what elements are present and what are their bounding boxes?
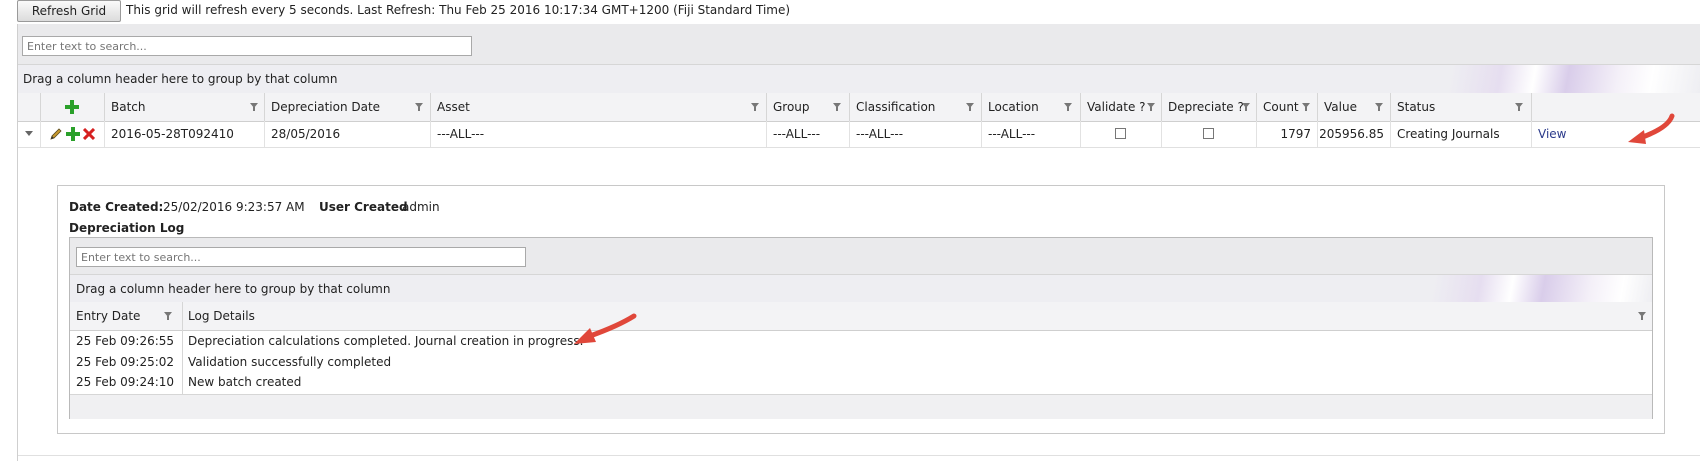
header-value-label: Value [1324,100,1357,114]
header-status[interactable]: Status [1390,93,1531,121]
header-location[interactable]: Location [981,93,1080,121]
filter-icon[interactable] [833,103,841,111]
log-header-details[interactable]: Log Details [182,302,1652,330]
date-created-value: 25/02/2016 9:23:57 AM [163,200,305,214]
filter-icon[interactable] [966,103,974,111]
user-created-label: User Created [319,200,408,214]
add-icon[interactable] [66,127,80,141]
annotation-arrow-icon [1628,113,1675,144]
header-classification-label: Classification [856,100,936,114]
cell-classification: ---ALL--- [849,121,981,147]
filter-icon[interactable] [1375,103,1383,111]
delete-icon[interactable] [83,128,95,140]
cell-location: ---ALL--- [981,121,1080,147]
row-expand-cell[interactable] [18,121,40,147]
cell-group: ---ALL--- [766,121,849,147]
cell-status: Creating Journals [1390,121,1531,147]
depreciate-checkbox[interactable] [1203,128,1214,139]
add-icon[interactable] [65,100,79,114]
row-divider [18,147,1700,148]
header-group[interactable]: Group [766,93,849,121]
edit-icon[interactable] [49,127,63,141]
log-row-details: Validation successfully completed [188,355,392,369]
view-link[interactable]: View [1531,121,1591,147]
header-count-label: Count [1263,100,1299,114]
cell-value: 205956.85 [1317,121,1390,147]
log-header-entry-date[interactable]: Entry Date [70,302,182,330]
log-header-details-label: Log Details [188,309,255,323]
depreciation-log-title: Depreciation Log [69,221,185,235]
refresh-status-text: This grid will refresh every 5 seconds. … [126,3,791,17]
filter-icon[interactable] [415,103,423,111]
filter-icon[interactable] [1302,103,1310,111]
header-batch-label: Batch [111,100,146,114]
header-classification[interactable]: Classification [849,93,981,121]
log-row-date: 25 Feb 09:25:02 [76,355,175,369]
header-batch[interactable]: Batch [104,93,264,121]
log-grid-footer [70,394,1652,419]
filter-icon[interactable] [1638,312,1646,320]
cell-asset: ---ALL--- [430,121,766,147]
header-add-cell [40,93,105,121]
filter-icon[interactable] [1064,103,1072,111]
refresh-grid-button[interactable]: Refresh Grid [17,0,121,22]
date-created-label: Date Created: [69,200,164,214]
filter-icon[interactable] [1147,103,1155,111]
annotation-arrow-icon [574,313,637,344]
header-depreciation-date-label: Depreciation Date [271,100,381,114]
header-asset[interactable]: Asset [430,93,766,121]
header-asset-label: Asset [437,100,470,114]
user-created-value: admin [402,200,440,214]
log-row-date: 25 Feb 09:26:55 [76,334,175,348]
header-location-label: Location [988,100,1039,114]
header-status-label: Status [1397,100,1436,114]
header-depreciate-label: Depreciate ? [1168,100,1244,114]
header-depreciate[interactable]: Depreciate ? [1161,93,1256,121]
header-value[interactable]: Value [1317,93,1390,121]
filter-icon[interactable] [1242,103,1250,111]
log-column-divider [182,302,183,394]
cell-count: 1797 [1256,121,1317,147]
log-row-date: 25 Feb 09:24:10 [76,375,175,389]
header-depreciation-date[interactable]: Depreciation Date [264,93,430,121]
row-action-cell [40,121,105,147]
log-row-details: Depreciation calculations completed. Jou… [188,334,584,348]
header-count[interactable]: Count [1256,93,1317,121]
validate-checkbox[interactable] [1115,128,1126,139]
grid-search-input[interactable] [22,36,472,56]
header-validate-label: Validate ? [1087,100,1146,114]
header-validate[interactable]: Validate ? [1080,93,1161,121]
header-group-label: Group [773,100,810,114]
group-by-hint: Drag a column header here to group by th… [23,72,338,86]
log-header-entry-date-label: Entry Date [76,309,141,323]
cell-batch: 2016-05-28T092410 [104,121,264,147]
log-row-details: New batch created [188,375,302,389]
log-search-input[interactable] [76,247,526,267]
log-group-by-hint: Drag a column header here to group by th… [76,282,391,296]
filter-icon[interactable] [1515,103,1523,111]
filter-icon[interactable] [751,103,759,111]
collapse-arrow-icon[interactable] [25,131,33,137]
grid-bottom-divider [18,455,1700,456]
filter-icon[interactable] [250,103,258,111]
filter-icon[interactable] [164,312,172,320]
cell-depreciation-date: 28/05/2016 [264,121,430,147]
